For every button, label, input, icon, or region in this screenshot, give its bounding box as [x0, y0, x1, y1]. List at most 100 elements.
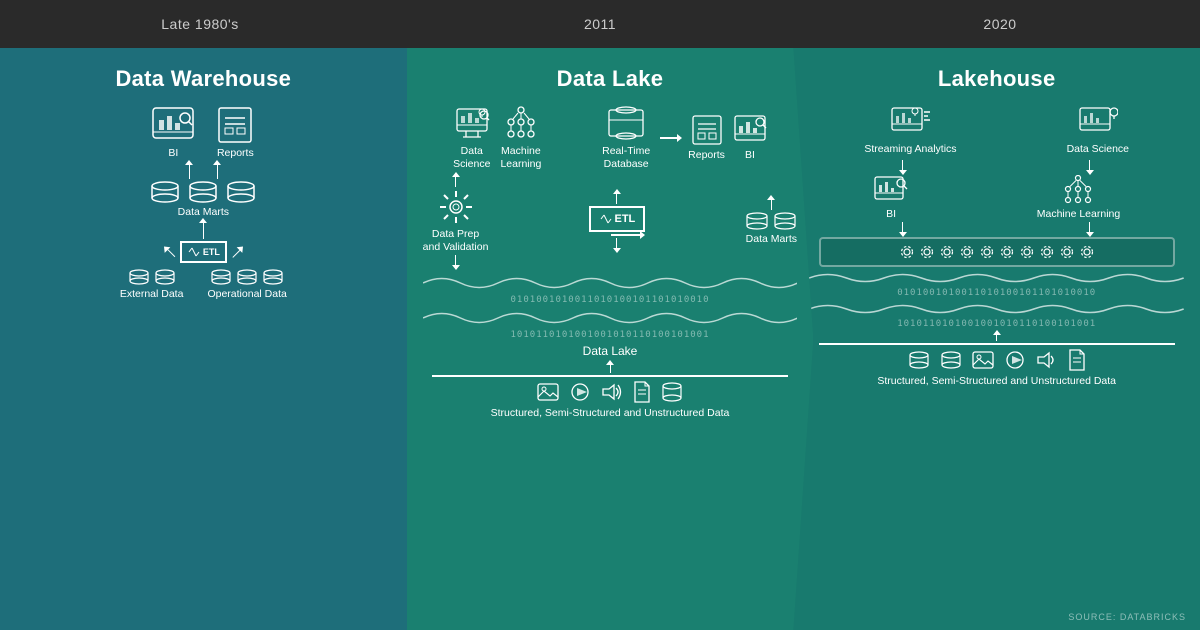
lh-diagram: Streaming Analytics Data Science — [809, 106, 1184, 630]
lh-doc-icon — [1068, 349, 1086, 371]
dl-wave — [423, 272, 798, 294]
lh-arrow-streaming-down — [899, 160, 907, 173]
dl-dm-db2 — [773, 212, 797, 230]
lh-db-icon2 — [940, 351, 962, 369]
gear-1-icon — [898, 243, 916, 261]
rtdb-icon — [607, 106, 645, 142]
dl-bi-item: BI — [733, 114, 767, 162]
dataprep-icon — [438, 189, 474, 225]
dw-arrow-datamarts — [199, 220, 207, 239]
dl-bottom-arrow — [606, 362, 614, 373]
lh-ds-icon — [1078, 106, 1118, 140]
gear-3-icon — [938, 243, 956, 261]
lh-streaming-label: Streaming Analytics — [864, 143, 956, 156]
dl-dp-arrow-up — [452, 174, 460, 187]
main-sections: Data Warehouse BI — [0, 48, 1200, 630]
era-2020: 2020 — [800, 0, 1200, 48]
lh-image-icon — [972, 351, 994, 369]
lh-ml-icon — [1060, 175, 1096, 205]
lh-db-icon — [908, 351, 930, 369]
dl-diagram: Data Science — [423, 106, 798, 630]
dw-arrow-from-ext — [162, 245, 177, 260]
dw-title: Data Warehouse — [16, 66, 391, 92]
gear-2-icon — [918, 243, 936, 261]
section-data-lake: Data Lake — [407, 48, 814, 630]
lh-datascience-label: Data Science — [1067, 143, 1129, 156]
dl-etl-icon — [599, 212, 613, 226]
dw-operational-data: Operational Data — [207, 269, 286, 301]
era-2011: 2011 — [400, 0, 800, 48]
lh-streaming-item: Streaming Analytics — [864, 106, 956, 156]
reports-icon — [215, 106, 255, 144]
dw-arrow-from-ops — [229, 245, 244, 260]
dw-external-data: External Data — [120, 269, 184, 301]
gear-10-icon — [1078, 243, 1096, 261]
dl-dataprep-label: Data Prep and Validation — [423, 228, 489, 253]
lh-wave2 — [809, 300, 1184, 318]
dl-reports-item: Reports — [688, 114, 725, 162]
db-cylinder-1 — [150, 181, 180, 203]
dl-rtdb-arrow — [660, 137, 678, 139]
dl-datascience-label: Data Science — [453, 145, 490, 170]
dl-binary-text2: 1010110101001001010110100101001 — [423, 329, 798, 342]
dl-rtdb-item: Real-Time Database — [602, 106, 650, 170]
lh-audio-icon — [1036, 351, 1058, 369]
image-icon — [537, 383, 559, 401]
dl-rtdb-arrow-up — [613, 191, 621, 204]
dl-bottom-db-icon — [661, 382, 683, 402]
lh-data-icons — [908, 349, 1086, 371]
dw-datamarts-label: Data Marts — [178, 206, 229, 219]
lh-datascience-item: Data Science — [1067, 106, 1129, 156]
lh-bi-label: BI — [886, 208, 896, 221]
lh-arrow-ds-down — [1086, 160, 1094, 173]
dl-bi-label: BI — [745, 149, 755, 162]
main-container: Late 1980's 2011 2020 Data Warehouse — [0, 0, 1200, 630]
etl-box-icon — [187, 245, 201, 259]
ml-icon — [503, 106, 539, 142]
ops-db-3 — [262, 269, 284, 285]
dw-diagram: BI Reports — [16, 106, 391, 630]
dl-wave2 — [423, 307, 798, 329]
gear-8-icon — [1038, 243, 1056, 261]
dw-external-label: External Data — [120, 288, 184, 301]
audio-icon — [601, 383, 623, 401]
dl-rtdb-label: Real-Time Database — [602, 145, 650, 170]
era-banners: Late 1980's 2011 2020 — [0, 0, 1200, 48]
streaming-icon — [890, 106, 930, 140]
era-1980s: Late 1980's — [0, 0, 400, 48]
lh-video-icon — [1004, 351, 1026, 369]
dw-bi-label: BI — [168, 147, 178, 160]
section-lakehouse: Lakehouse — [793, 48, 1200, 630]
dl-reports-label: Reports — [688, 149, 725, 162]
dw-arrows-to-top — [185, 162, 221, 179]
gear-9-icon — [1058, 243, 1076, 261]
dw-reports-item: Reports — [215, 106, 255, 160]
source-text: SOURCE: DATABRICKS — [1068, 612, 1186, 622]
dl-bottom-floor: Structured, Semi-Structured and Unstruct… — [432, 375, 788, 419]
dl-datascience-item: Data Science — [453, 106, 490, 170]
dw-reports-label: Reports — [217, 147, 254, 160]
dl-bi-icon — [733, 114, 767, 146]
dl-datamarts-label: Data Marts — [746, 233, 797, 246]
lh-arrow-bi-down — [899, 222, 907, 235]
document-icon — [633, 381, 651, 403]
dl-lake-label: Data Lake — [423, 344, 798, 358]
ext-db-2 — [154, 269, 176, 285]
lh-wave1 — [809, 269, 1184, 287]
gear-4-icon — [958, 243, 976, 261]
ops-db-2 — [236, 269, 258, 285]
dl-bottom-data-label: Structured, Semi-Structured and Unstruct… — [491, 407, 730, 419]
dw-arrow-reports — [213, 162, 221, 179]
dl-reports-icon — [690, 114, 724, 146]
dl-etl-h-arrow — [611, 234, 641, 236]
dl-dp-arrow-down — [452, 255, 460, 268]
dl-etl-arrow-down — [613, 238, 621, 251]
lh-bottom-data-label: Structured, Semi-Structured and Unstruct… — [877, 375, 1116, 387]
lh-bi-icon — [873, 175, 909, 205]
dw-bi-item: BI — [151, 106, 195, 160]
lh-bottom-arrow — [993, 332, 1001, 341]
db-cylinder-3 — [226, 181, 256, 203]
lh-binary-text2: 1010110101001001010110100101001 — [809, 318, 1184, 331]
ext-db-1 — [128, 269, 150, 285]
section-data-warehouse: Data Warehouse BI — [0, 48, 407, 630]
